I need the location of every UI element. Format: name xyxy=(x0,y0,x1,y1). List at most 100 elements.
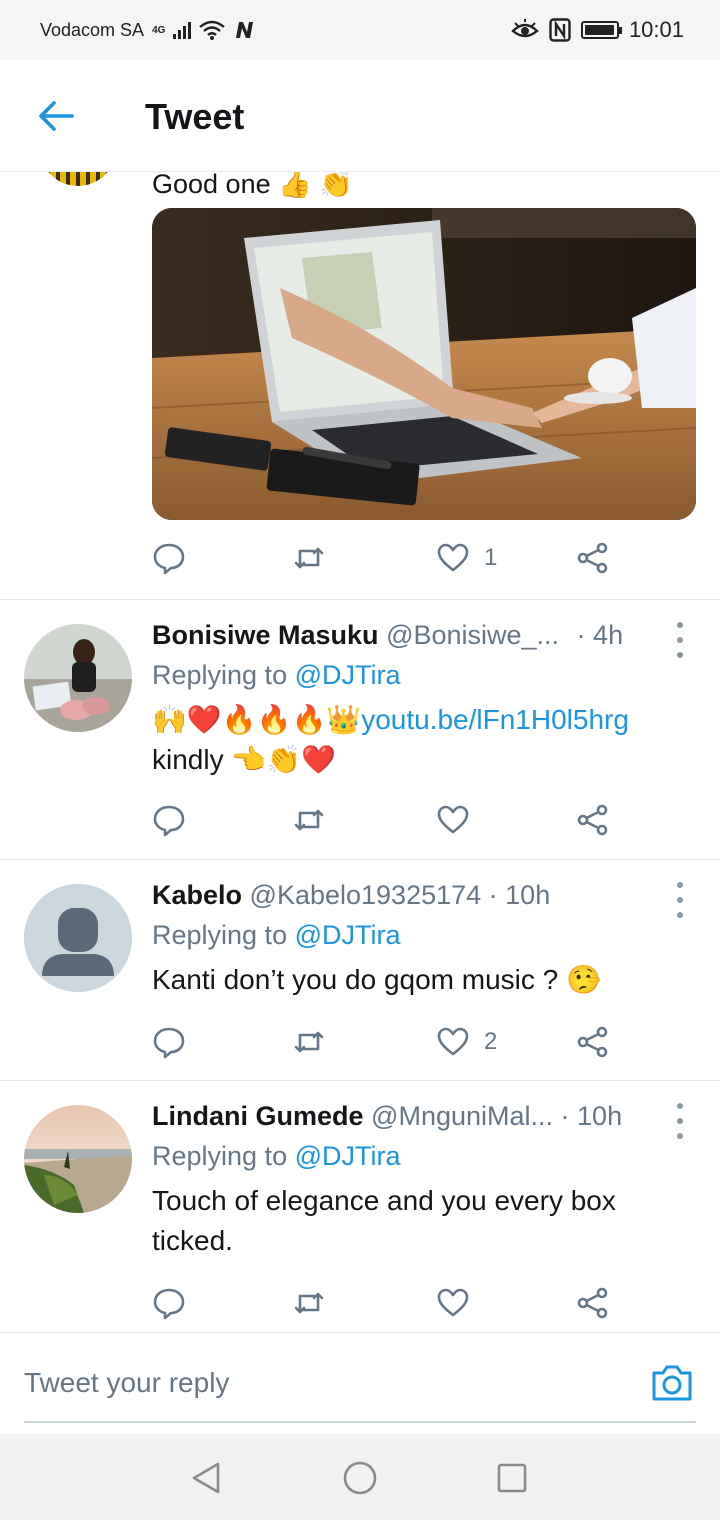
recents-nav-button[interactable] xyxy=(492,1458,532,1498)
status-left: Vodacom SA 4G xyxy=(40,20,255,41)
system-nav-bar xyxy=(0,1434,720,1520)
share-icon xyxy=(577,804,608,836)
retweet-button[interactable] xyxy=(292,1022,326,1062)
tweet-meta: Bonisiwe Masuku @Bonisiwe_... · 4h xyxy=(152,620,623,651)
user-name[interactable]: Kabelo xyxy=(152,880,242,910)
heart-icon xyxy=(437,1027,469,1056)
status-bar: Vodacom SA 4G 10:01 xyxy=(0,0,720,60)
share-button[interactable] xyxy=(576,538,610,578)
tweet-meta: Lindani Gumede @MnguniMal... · 10h xyxy=(152,1101,622,1132)
user-handle[interactable]: @MnguniMal... xyxy=(371,1101,553,1131)
share-button[interactable] xyxy=(576,800,610,840)
reply-tweet[interactable]: Bonisiwe Masuku @Bonisiwe_... · 4h Reply… xyxy=(0,600,720,860)
battery-icon xyxy=(580,21,622,39)
share-icon xyxy=(577,1026,608,1058)
mention-link[interactable]: @DJTira xyxy=(295,660,401,690)
more-options-button[interactable] xyxy=(674,1103,686,1139)
network-type-label: 4G xyxy=(152,24,166,36)
like-button[interactable] xyxy=(436,800,484,840)
like-button[interactable]: 2 xyxy=(436,1022,497,1062)
tweet-emoji: 🙌❤️🔥🔥🔥👑 xyxy=(152,704,362,735)
user-name[interactable]: Lindani Gumede xyxy=(152,1101,364,1131)
back-button[interactable] xyxy=(36,96,76,136)
camera-button[interactable] xyxy=(650,1363,694,1403)
mention-link[interactable]: @DJTira xyxy=(295,920,401,950)
avatar[interactable] xyxy=(24,884,132,992)
like-count: 2 xyxy=(484,1028,498,1055)
comment-icon xyxy=(153,1288,185,1320)
more-options-button[interactable] xyxy=(674,882,686,918)
tweet-actions xyxy=(152,800,622,840)
user-handle[interactable]: @Bonisiwe_... xyxy=(386,620,559,650)
more-options-button[interactable] xyxy=(674,622,686,658)
triangle-back-icon xyxy=(192,1462,220,1494)
clock: 10:01 xyxy=(628,17,684,42)
retweet-icon xyxy=(294,809,324,831)
tweet-text-line2: kindly 👈👏❤️ xyxy=(152,744,336,775)
reply-button[interactable] xyxy=(152,800,186,840)
avatar[interactable] xyxy=(40,172,116,186)
profile-photo xyxy=(24,1105,132,1213)
tweet-link[interactable]: youtu.be/lFn1H0l5hrg xyxy=(361,704,629,735)
share-button[interactable] xyxy=(576,1022,610,1062)
like-count: 1 xyxy=(484,544,498,571)
retweet-button[interactable] xyxy=(292,1283,326,1323)
replying-label: Replying to xyxy=(152,1141,288,1171)
handshake-laptop-image xyxy=(152,208,696,520)
replying-to: Replying to @DJTira xyxy=(152,660,401,691)
retweet-icon xyxy=(294,547,324,569)
camera-icon xyxy=(652,1365,692,1401)
back-nav-button[interactable] xyxy=(186,1458,226,1498)
reply-composer: Tweet your reply xyxy=(0,1332,720,1432)
replying-to: Replying to @DJTira xyxy=(152,1141,401,1172)
comment-icon xyxy=(153,805,185,837)
eye-comfort-icon xyxy=(511,19,539,38)
tweet-text: Touch of elegance and you every box tick… xyxy=(152,1185,616,1256)
comment-icon xyxy=(153,1027,185,1059)
heart-icon xyxy=(437,805,469,834)
reply-button[interactable] xyxy=(152,1283,186,1323)
reply-button[interactable] xyxy=(152,538,186,578)
app-header: Tweet xyxy=(0,60,720,172)
default-profile-icon xyxy=(24,884,132,992)
carrier-label: Vodacom SA xyxy=(40,19,145,40)
circle-home-icon xyxy=(343,1461,377,1495)
share-button[interactable] xyxy=(576,1283,610,1323)
share-icon xyxy=(577,542,608,574)
user-name[interactable]: Bonisiwe Masuku xyxy=(152,620,379,650)
like-button[interactable] xyxy=(436,1283,484,1323)
retweet-icon xyxy=(294,1031,324,1053)
status-right: 10:01 xyxy=(511,17,684,43)
reply-input[interactable]: Tweet your reply xyxy=(24,1367,229,1399)
reply-button[interactable] xyxy=(152,1022,186,1062)
signal-icon xyxy=(173,21,192,39)
reply-tweet[interactable]: Kabelo @Kabelo19325174 · 10h Replying to… xyxy=(0,860,720,1080)
avatar[interactable] xyxy=(24,1105,132,1213)
user-handle[interactable]: @Kabelo19325174 xyxy=(250,880,482,910)
tweet-actions: 1 xyxy=(152,538,622,578)
tweet-time: · 4h xyxy=(576,620,624,650)
replying-label: Replying to xyxy=(152,660,288,690)
avatar[interactable] xyxy=(24,624,132,732)
heart-icon xyxy=(437,543,469,572)
replying-to: Replying to @DJTira xyxy=(152,920,401,951)
share-icon xyxy=(577,1287,608,1319)
like-button[interactable]: 1 xyxy=(436,538,497,578)
tweet-time: · 10h xyxy=(560,1101,623,1131)
reply-tweet[interactable]: Lindani Gumede @MnguniMal... · 10h Reply… xyxy=(0,1081,720,1331)
page-title: Tweet xyxy=(145,96,245,137)
tweet-media-image[interactable] xyxy=(152,208,696,520)
square-recents-icon xyxy=(497,1463,527,1493)
tweet-actions: 2 xyxy=(152,1022,622,1062)
tweet-meta: Kabelo @Kabelo19325174 · 10h xyxy=(152,880,550,911)
mention-link[interactable]: @DJTira xyxy=(295,1141,401,1171)
retweet-button[interactable] xyxy=(292,538,326,578)
nfc-icon xyxy=(549,18,571,42)
battery-level xyxy=(584,25,614,35)
tweet-feed[interactable]: Good one 👍 👏 1 Bonisiwe Masuku @Bonisiwe… xyxy=(0,172,720,1332)
retweet-button[interactable] xyxy=(292,800,326,840)
profile-photo xyxy=(24,624,132,732)
retweet-icon xyxy=(294,1292,324,1314)
heart-icon xyxy=(437,1288,469,1317)
home-nav-button[interactable] xyxy=(340,1458,380,1498)
